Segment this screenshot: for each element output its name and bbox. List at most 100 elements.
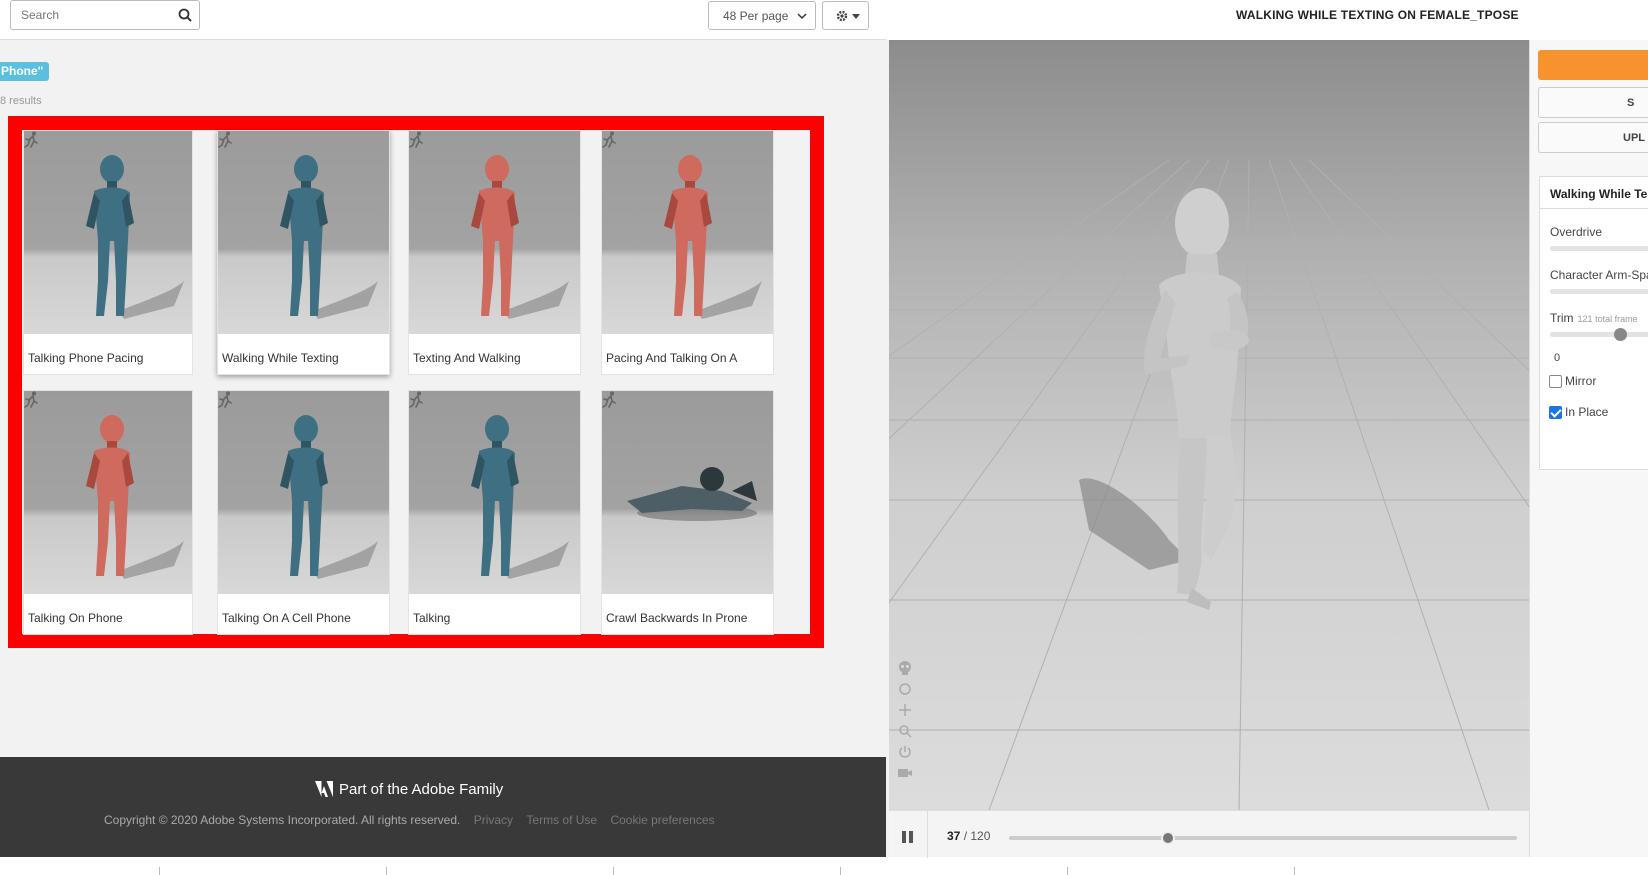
running-man-icon <box>24 391 38 408</box>
character-figure <box>86 155 184 319</box>
overdrive-label: Overdrive <box>1550 225 1603 239</box>
mirror-checkbox[interactable] <box>1549 374 1562 388</box>
result-card[interactable]: Talking <box>408 390 581 635</box>
arm-space-label: Character Arm-Spa <box>1550 268 1648 282</box>
trim-note: 121 total frame <box>1577 314 1638 324</box>
results-grid: Talking Phone Pacing Walking While Textin… <box>8 116 824 648</box>
card-title[interactable]: Talking Phone Pacing <box>28 351 143 365</box>
running-man-icon <box>409 131 423 148</box>
per-page-select[interactable]: 48 Per page <box>708 1 816 30</box>
skeleton-icon[interactable] <box>897 660 913 676</box>
terms-link[interactable]: Terms of Use <box>526 813 597 827</box>
playback-bar: 37 / 120 <box>889 810 1529 858</box>
card-title[interactable]: Talking On A Cell Phone <box>222 611 351 625</box>
current-frame: 37 <box>947 829 961 843</box>
animation-thumbnail[interactable] <box>218 131 389 334</box>
privacy-link[interactable]: Privacy <box>474 813 513 827</box>
character-figure <box>280 155 378 319</box>
download-button[interactable] <box>1538 50 1648 80</box>
character-figure <box>86 415 184 579</box>
animation-thumbnail[interactable] <box>602 391 773 594</box>
running-man-icon <box>24 131 38 148</box>
total-frames: / 120 <box>963 829 991 843</box>
card-title[interactable]: Walking While Texting <box>222 351 339 365</box>
bottom-strip <box>0 857 1648 875</box>
settings-panel: S UPL Walking While Te Overdrive Charact… <box>1529 40 1648 857</box>
timeline-slider[interactable] <box>1009 831 1517 845</box>
viewer-title: WALKING WHILE TEXTING ON FEMALE_TPOSE <box>1236 8 1519 22</box>
card-title[interactable]: Pacing And Talking On A <box>606 351 737 365</box>
animation-name: Walking While Te <box>1540 177 1648 209</box>
move-icon[interactable] <box>897 702 913 718</box>
result-card[interactable]: Talking On Phone <box>23 390 193 635</box>
search-box[interactable] <box>10 0 200 30</box>
adobe-tagline: Part of the Adobe Family <box>339 780 504 798</box>
card-title[interactable]: Crawl Backwards In Prone <box>606 611 747 625</box>
app-root: 48 Per page Phone" 8 results Talking Pho… <box>0 0 1648 875</box>
divider <box>927 811 928 858</box>
search-input[interactable] <box>11 1 171 29</box>
result-card[interactable]: Talking On A Cell Phone <box>217 390 390 635</box>
divider <box>159 867 160 875</box>
viewport-tools <box>897 660 917 786</box>
character-figure <box>627 467 757 521</box>
running-man-icon <box>602 391 616 408</box>
character-figure <box>471 415 569 579</box>
send-button[interactable]: S <box>1538 87 1648 118</box>
power-icon[interactable] <box>897 744 913 760</box>
trim-knob[interactable] <box>1614 328 1627 341</box>
rotate-icon[interactable] <box>897 681 913 697</box>
filter-tag[interactable]: Phone" <box>0 62 50 81</box>
running-man-icon <box>218 391 232 408</box>
trim-slider[interactable] <box>1550 328 1648 341</box>
frame-counter: 37 / 120 <box>947 829 990 843</box>
animation-thumbnail[interactable] <box>24 131 192 334</box>
animation-thumbnail[interactable] <box>24 391 192 594</box>
result-card[interactable]: Talking Phone Pacing <box>23 130 193 375</box>
copyright-text: Copyright © 2020 Adobe Systems Incorpora… <box>104 813 461 827</box>
mirror-label: Mirror <box>1565 374 1597 388</box>
animation-settings: Walking While Te Overdrive Character Arm… <box>1539 176 1648 470</box>
result-card[interactable]: Walking While Texting <box>217 130 390 375</box>
divider <box>386 867 387 875</box>
search-icon[interactable] <box>178 8 192 22</box>
character-figure <box>471 155 569 319</box>
timeline-knob[interactable] <box>1161 831 1175 845</box>
cookie-preferences-link[interactable]: Cookie preferences <box>610 813 714 827</box>
character-figure <box>664 155 762 319</box>
send-button-label: S <box>1627 97 1635 109</box>
card-title[interactable]: Talking <box>413 611 450 625</box>
adobe-family: Part of the Adobe Family <box>315 779 503 799</box>
animation-thumbnail[interactable] <box>409 131 580 334</box>
animation-thumbnail[interactable] <box>602 131 773 334</box>
toolbar: 48 Per page <box>0 0 889 40</box>
camera-icon[interactable] <box>897 765 913 781</box>
in-place-option[interactable]: In Place <box>1549 405 1608 419</box>
upload-button-label: UPL <box>1623 132 1645 144</box>
animation-thumbnail[interactable] <box>218 391 389 594</box>
overdrive-slider[interactable] <box>1550 246 1648 251</box>
animation-thumbnail[interactable] <box>409 391 580 594</box>
zoom-icon[interactable] <box>897 723 913 739</box>
divider <box>1294 867 1295 875</box>
result-card[interactable]: Pacing And Talking On A <box>601 130 774 375</box>
chevron-down-icon <box>797 13 807 20</box>
per-page-value: 48 Per page <box>723 9 789 23</box>
character-figure <box>280 415 378 579</box>
divider <box>840 867 841 875</box>
result-card[interactable]: Crawl Backwards In Prone <box>601 390 774 635</box>
arm-space-slider[interactable] <box>1550 289 1648 294</box>
settings-button[interactable] <box>822 1 869 30</box>
result-card[interactable]: Texting And Walking <box>408 130 581 375</box>
footer: Part of the Adobe Family Copyright © 202… <box>0 757 886 857</box>
card-title[interactable]: Texting And Walking <box>413 351 521 365</box>
character-model <box>1079 188 1249 610</box>
pause-icon[interactable] <box>901 830 915 844</box>
divider <box>1067 867 1068 875</box>
card-title[interactable]: Talking On Phone <box>28 611 123 625</box>
divider <box>613 867 614 875</box>
mirror-option[interactable]: Mirror <box>1549 374 1596 388</box>
viewport-3d[interactable] <box>889 40 1529 810</box>
upload-button[interactable]: UPL <box>1538 122 1648 153</box>
in-place-checkbox[interactable] <box>1549 405 1562 419</box>
